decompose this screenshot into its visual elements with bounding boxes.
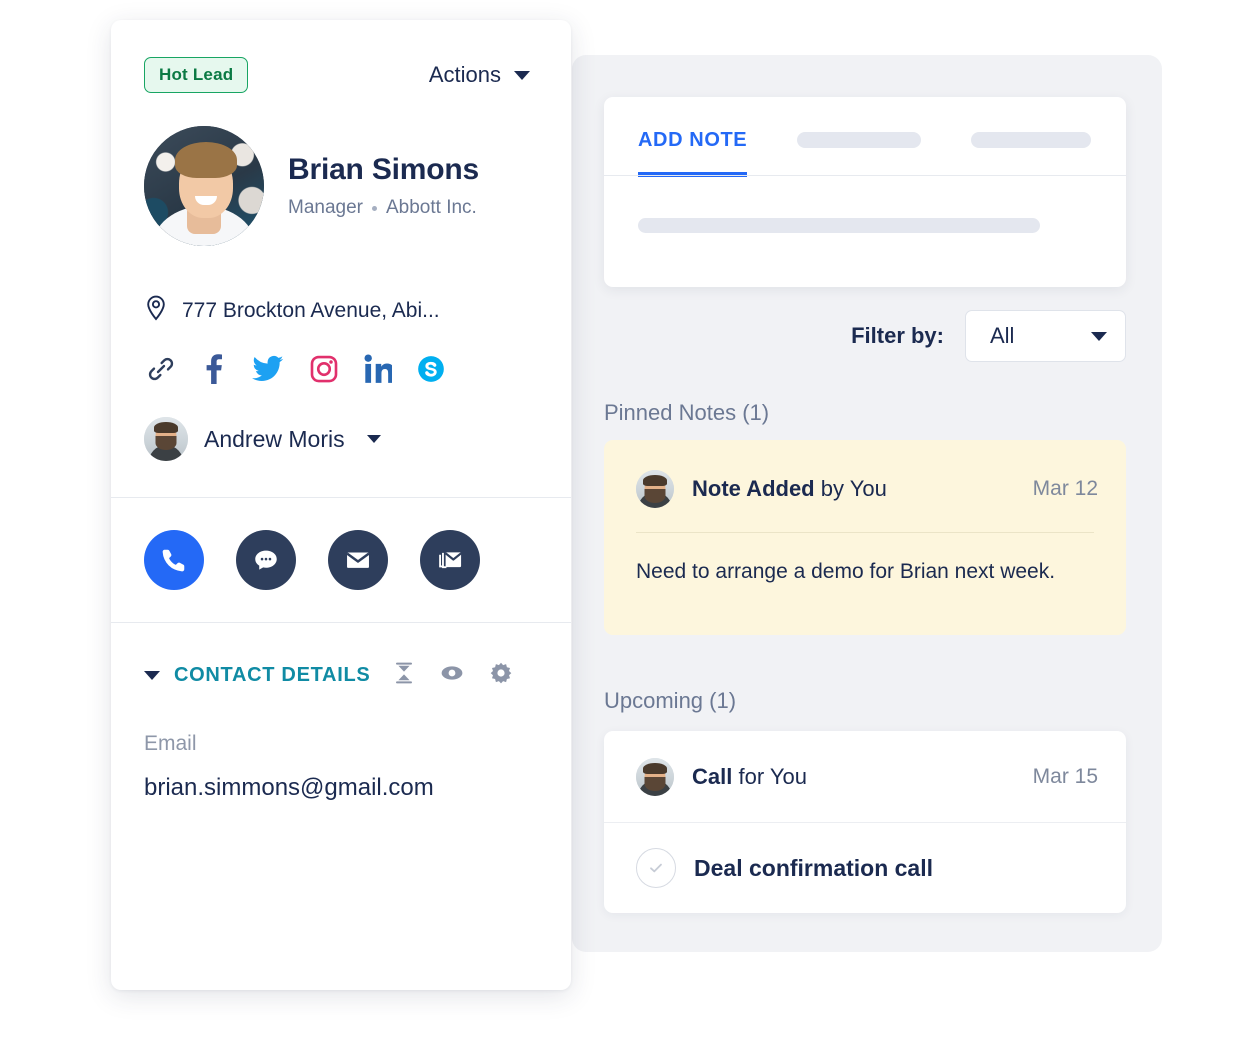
contact-job-title: Manager (288, 197, 363, 218)
filter-row: Filter by: All (604, 310, 1126, 362)
instagram-icon[interactable] (309, 354, 339, 384)
address-row[interactable]: 777 Brockton Avenue, Abi... (111, 246, 571, 328)
address-text: 777 Brockton Avenue, Abi... (182, 299, 440, 322)
contact-card-header: Hot Lead Actions (111, 20, 571, 93)
sms-button[interactable] (236, 530, 296, 590)
note-tabs: ADD NOTE (604, 97, 1126, 177)
call-button[interactable] (144, 530, 204, 590)
contact-details-title: CONTACT DETAILS (174, 664, 371, 686)
actions-menu-button[interactable]: Actions (429, 62, 538, 88)
check-circle-icon[interactable] (636, 848, 676, 888)
record-owner-selector[interactable]: Andrew Moris (111, 384, 571, 461)
twitter-icon[interactable] (252, 354, 284, 384)
separator-dot-icon (372, 205, 377, 211)
pinned-note-body: Need to arrange a demo for Brian next we… (636, 560, 1056, 583)
contact-identity: Brian Simons Manager Abbott Inc. (111, 93, 571, 246)
quick-actions-row (111, 498, 571, 622)
pinned-note-header: Note Added by You Mar 12 (604, 440, 1126, 508)
pinned-note-title: Note Added by You (692, 476, 887, 502)
tab-placeholder-1[interactable] (797, 132, 922, 148)
field-email: Email brian.simmons@gmail.com (111, 690, 571, 802)
note-input[interactable] (638, 218, 1040, 233)
actions-label: Actions (428, 62, 501, 87)
pinned-note-action: Note Added (692, 476, 815, 501)
chevron-down-icon (1091, 331, 1107, 341)
activity-panel: ADD NOTE Filter by: All Pinned Notes (1)… (572, 55, 1162, 952)
tab-placeholder-2[interactable] (971, 132, 1092, 148)
pinned-note-date: Mar 12 (1032, 477, 1098, 500)
contact-subtitle: Manager Abbott Inc. (288, 197, 479, 219)
social-links-row (111, 328, 571, 384)
filter-select[interactable]: All (965, 310, 1126, 362)
upcoming-title: Upcoming (1) (604, 688, 737, 713)
gear-icon[interactable] (489, 661, 513, 690)
location-pin-icon (144, 294, 168, 328)
avatar (144, 126, 264, 246)
eye-icon[interactable] (439, 663, 465, 688)
avatar (144, 417, 188, 461)
field-label: Email (144, 732, 197, 755)
skype-icon[interactable] (417, 354, 445, 384)
upcoming-item-title: Call for You (692, 764, 807, 790)
contact-details-header[interactable]: CONTACT DETAILS (111, 623, 571, 690)
contact-company: Abbott Inc. (386, 197, 477, 218)
filter-selected-value: All (990, 323, 1015, 348)
chevron-down-icon (514, 70, 530, 80)
avatar (636, 757, 674, 796)
bulk-email-button[interactable] (420, 530, 480, 590)
tab-add-note[interactable]: ADD NOTE (638, 129, 748, 177)
filter-label: Filter by: (851, 323, 944, 348)
chevron-down-icon (144, 671, 160, 680)
list-item[interactable]: Call for You Mar 15 (604, 731, 1126, 822)
chevron-down-icon (366, 435, 381, 443)
avatar (636, 470, 674, 508)
pinned-notes-title: Pinned Notes (1) (604, 400, 770, 425)
upcoming-item-date: Mar 15 (1032, 764, 1098, 788)
field-value[interactable]: brian.simmons@gmail.com (144, 774, 538, 802)
email-button[interactable] (328, 530, 388, 590)
upcoming-item-author: for You (738, 763, 807, 789)
upcoming-task-title: Deal confirmation call (694, 854, 934, 881)
list-item[interactable]: Deal confirmation call (604, 822, 1126, 913)
collapse-icon[interactable] (393, 661, 415, 690)
pinned-note-card[interactable]: Note Added by You Mar 12 Need to arrange… (604, 440, 1126, 635)
linkedin-icon[interactable] (364, 354, 394, 384)
page-title: Brian Simons (288, 153, 479, 186)
owner-name: Andrew Moris (204, 425, 345, 452)
upcoming-card: Call for You Mar 15 Deal confirmation ca… (604, 731, 1126, 913)
add-note-card: ADD NOTE (604, 97, 1126, 287)
contact-card: Hot Lead Actions Brian Simons Manager Ab… (111, 20, 571, 990)
upcoming-item-action: Call (692, 763, 733, 789)
tabs-underline (604, 175, 1126, 176)
pinned-note-author: by You (820, 476, 887, 501)
status-badge[interactable]: Hot Lead (144, 57, 249, 93)
facebook-icon[interactable] (201, 354, 227, 384)
website-link-icon[interactable] (146, 354, 176, 384)
